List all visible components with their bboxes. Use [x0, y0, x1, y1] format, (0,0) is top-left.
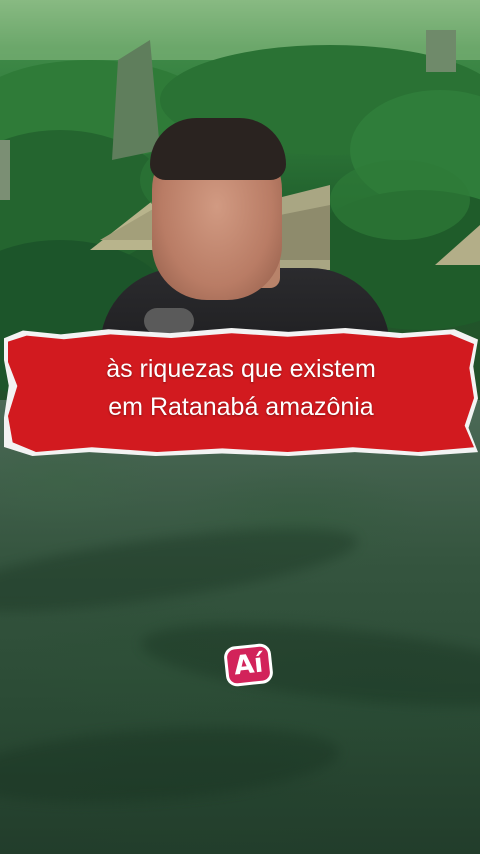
caption-text: às riquezas que existem em Ratanabá amaz…: [8, 350, 474, 426]
caption-line-1: às riquezas que existem: [106, 355, 376, 383]
canopy-ridge: [137, 608, 480, 722]
rainforest-aerial-background: [0, 400, 480, 854]
canopy-ridge: [0, 511, 363, 629]
caption-line-2: em Ratanabá amazônia: [108, 393, 374, 421]
speaker-hair: [150, 118, 286, 180]
microphone-icon: [144, 308, 194, 334]
sticker-text: Aí: [226, 645, 271, 685]
canopy-ridge: [0, 716, 342, 814]
